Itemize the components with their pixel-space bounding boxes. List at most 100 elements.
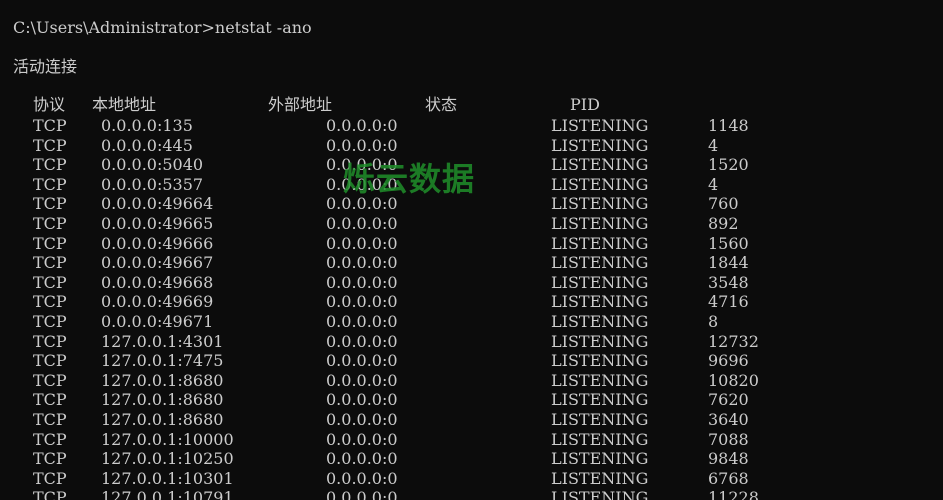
row-proto: TCP — [33, 174, 67, 194]
row-local-address: 0.0.0.0:49671 — [101, 311, 214, 331]
active-connections-title: 活动连接 — [13, 57, 78, 76]
row-pid: 4 — [708, 174, 719, 194]
row-local-address: 127.0.0.1:8680 — [101, 390, 224, 410]
row-foreign-address: 0.0.0.0:0 — [326, 468, 398, 488]
row-foreign-address: 0.0.0.0:0 — [326, 233, 398, 253]
table-row: TCP 0.0.0.0:49671 0.0.0.0:0 LISTENING 8 — [0, 312, 943, 332]
table-row: TCP 0.0.0.0:49668 0.0.0.0:0 LISTENING 3548 — [0, 273, 943, 293]
table-row: TCP 127.0.0.1:8680 0.0.0.0:0 LISTENING 3640 — [0, 410, 943, 430]
row-proto: TCP — [33, 468, 67, 488]
row-local-address: 0.0.0.0:49669 — [101, 292, 214, 312]
row-local-address: 127.0.0.1:10301 — [101, 468, 234, 488]
row-state: LISTENING — [551, 174, 649, 194]
row-foreign-address: 0.0.0.0:0 — [326, 370, 398, 390]
row-local-address: 127.0.0.1:10791 — [101, 488, 234, 500]
table-row: TCP 0.0.0.0:49667 0.0.0.0:0 LISTENING 1844 — [0, 253, 943, 273]
row-foreign-address: 0.0.0.0:0 — [326, 253, 398, 273]
row-pid: 1520 — [708, 155, 749, 175]
connections-list: TCP 0.0.0.0:135 0.0.0.0:0 LISTENING 1148 TCP 0… — [0, 116, 943, 500]
row-state: LISTENING — [551, 135, 649, 155]
row-state: LISTENING — [551, 370, 649, 390]
row-proto: TCP — [33, 429, 67, 449]
row-foreign-address: 0.0.0.0:0 — [326, 390, 398, 410]
row-state: LISTENING — [551, 390, 649, 410]
row-pid: 7620 — [708, 390, 749, 410]
row-pid: 1844 — [708, 253, 749, 273]
header-local-address: 本地地址 — [92, 95, 157, 114]
table-row: TCP 0.0.0.0:49665 0.0.0.0:0 LISTENING 892 — [0, 214, 943, 234]
table-row: TCP 127.0.0.1:7475 0.0.0.0:0 LISTENING 9696 — [0, 351, 943, 371]
row-foreign-address: 0.0.0.0:0 — [326, 116, 398, 135]
row-state: LISTENING — [551, 488, 649, 500]
row-state: LISTENING — [551, 468, 649, 488]
row-state: LISTENING — [551, 351, 649, 371]
row-state: LISTENING — [551, 409, 649, 429]
table-row: TCP 127.0.0.1:10250 0.0.0.0:0 LISTENING 9848 — [0, 449, 943, 469]
row-pid: 7088 — [708, 429, 749, 449]
row-proto: TCP — [33, 292, 67, 312]
row-pid: 9848 — [708, 449, 749, 469]
row-proto: TCP — [33, 194, 67, 214]
row-local-address: 0.0.0.0:49664 — [101, 194, 214, 214]
row-pid: 760 — [708, 194, 739, 214]
row-local-address: 0.0.0.0:445 — [101, 135, 193, 155]
row-local-address: 127.0.0.1:4301 — [101, 331, 224, 351]
row-foreign-address: 0.0.0.0:0 — [326, 194, 398, 214]
row-proto: TCP — [33, 135, 67, 155]
table-row: TCP 127.0.0.1:8680 0.0.0.0:0 LISTENING 10820 — [0, 371, 943, 391]
row-local-address: 0.0.0.0:49667 — [101, 253, 214, 273]
row-foreign-address: 0.0.0.0:0 — [326, 488, 398, 500]
table-row: TCP 0.0.0.0:49669 0.0.0.0:0 LISTENING 4716 — [0, 292, 943, 312]
row-local-address: 127.0.0.1:7475 — [101, 351, 224, 371]
table-row: TCP 127.0.0.1:8680 0.0.0.0:0 LISTENING 7620 — [0, 390, 943, 410]
row-pid: 1560 — [708, 233, 749, 253]
row-proto: TCP — [33, 449, 67, 469]
row-state: LISTENING — [551, 233, 649, 253]
table-row: TCP 0.0.0.0:5357 0.0.0.0:0 LISTENING 4 — [0, 175, 943, 195]
row-pid: 9696 — [708, 351, 749, 371]
row-state: LISTENING — [551, 292, 649, 312]
row-foreign-address: 0.0.0.0:0 — [326, 429, 398, 449]
row-foreign-address: 0.0.0.0:0 — [326, 272, 398, 292]
table-row: TCP 127.0.0.1:10791 0.0.0.0:0 LISTENING 1122… — [0, 488, 943, 500]
row-local-address: 0.0.0.0:5040 — [101, 155, 204, 175]
row-local-address: 127.0.0.1:8680 — [101, 370, 224, 390]
row-local-address: 0.0.0.0:135 — [101, 116, 193, 135]
row-proto: TCP — [33, 213, 67, 233]
table-row: TCP 0.0.0.0:49666 0.0.0.0:0 LISTENING 1560 — [0, 234, 943, 254]
row-pid: 3640 — [708, 409, 749, 429]
row-foreign-address: 0.0.0.0:0 — [326, 351, 398, 371]
row-state: LISTENING — [551, 194, 649, 214]
header-state: 状态 — [425, 95, 458, 114]
row-proto: TCP — [33, 155, 67, 175]
row-proto: TCP — [33, 370, 67, 390]
row-pid: 6768 — [708, 468, 749, 488]
row-state: LISTENING — [551, 116, 649, 135]
row-proto: TCP — [33, 311, 67, 331]
row-proto: TCP — [33, 253, 67, 273]
row-local-address: 0.0.0.0:49665 — [101, 213, 214, 233]
row-state: LISTENING — [551, 429, 649, 449]
header-pid: PID — [570, 95, 600, 114]
row-state: LISTENING — [551, 213, 649, 233]
row-pid: 10820 — [708, 370, 759, 390]
table-row: TCP 0.0.0.0:49664 0.0.0.0:0 LISTENING 760 — [0, 194, 943, 214]
row-local-address: 0.0.0.0:49666 — [101, 233, 214, 253]
table-row: TCP 0.0.0.0:5040 0.0.0.0:0 LISTENING 1520 — [0, 155, 943, 175]
header-foreign-address: 外部地址 — [268, 95, 333, 114]
row-pid: 12732 — [708, 331, 759, 351]
table-row: TCP 127.0.0.1:10000 0.0.0.0:0 LISTENING 7088 — [0, 430, 943, 450]
row-pid: 4 — [708, 135, 719, 155]
row-state: LISTENING — [551, 155, 649, 175]
row-state: LISTENING — [551, 272, 649, 292]
row-proto: TCP — [33, 233, 67, 253]
row-foreign-address: 0.0.0.0:0 — [326, 409, 398, 429]
row-pid: 4716 — [708, 292, 749, 312]
row-proto: TCP — [33, 409, 67, 429]
row-local-address: 0.0.0.0:49668 — [101, 272, 214, 292]
row-proto: TCP — [33, 390, 67, 410]
row-local-address: 0.0.0.0:5357 — [101, 174, 204, 194]
terminal-window[interactable]: C:\Users\Administrator>netstat -ano 活动连接… — [0, 0, 943, 500]
row-proto: TCP — [33, 272, 67, 292]
row-state: LISTENING — [551, 449, 649, 469]
